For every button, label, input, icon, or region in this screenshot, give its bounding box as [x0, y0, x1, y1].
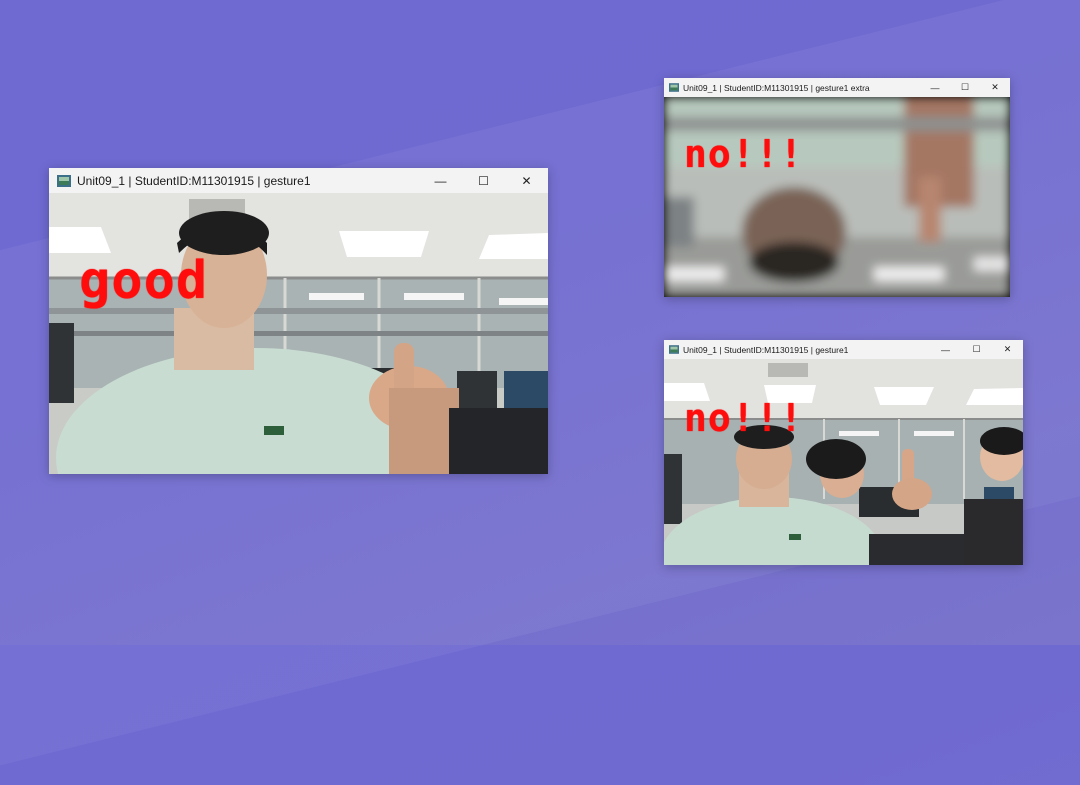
app-icon — [669, 345, 679, 354]
camera-feed: no!!! — [664, 359, 1023, 565]
camera-window-gesture1-secondary[interactable]: Unit09_1 | StudentID:M11301915 | gesture… — [664, 340, 1023, 565]
window-title: Unit09_1 | StudentID:M11301915 | gesture… — [683, 344, 849, 355]
close-button[interactable]: ✕ — [505, 168, 548, 193]
close-button[interactable]: ✕ — [980, 78, 1010, 97]
minimize-button[interactable]: — — [930, 340, 961, 359]
maximize-button[interactable]: ☐ — [462, 168, 505, 193]
minimize-button[interactable]: — — [920, 78, 950, 97]
gesture-label-overlay: no!!! — [684, 132, 804, 176]
window-titlebar[interactable]: Unit09_1 | StudentID:M11301915 | gesture… — [664, 78, 1010, 97]
camera-frame-image — [49, 193, 548, 474]
close-button[interactable]: ✕ — [992, 340, 1023, 359]
app-icon — [669, 83, 679, 92]
camera-feed-blurred-flipped: no!!! — [664, 97, 1010, 297]
app-icon — [57, 174, 71, 187]
camera-feed: good — [49, 193, 548, 474]
camera-window-gesture1-extra[interactable]: Unit09_1 | StudentID:M11301915 | gesture… — [664, 78, 1010, 297]
maximize-button[interactable]: ☐ — [961, 340, 992, 359]
camera-window-gesture1[interactable]: Unit09_1 | StudentID:M11301915 | gesture… — [49, 168, 548, 474]
camera-frame-image — [664, 97, 1010, 297]
window-titlebar[interactable]: Unit09_1 | StudentID:M11301915 | gesture… — [49, 168, 548, 193]
maximize-button[interactable]: ☐ — [950, 78, 980, 97]
minimize-button[interactable]: — — [419, 168, 462, 193]
window-title: Unit09_1 | StudentID:M11301915 | gesture… — [77, 173, 311, 188]
camera-frame-image — [664, 359, 1023, 565]
gesture-label-overlay: good — [79, 251, 209, 311]
gesture-label-overlay: no!!! — [684, 396, 804, 440]
window-titlebar[interactable]: Unit09_1 | StudentID:M11301915 | gesture… — [664, 340, 1023, 359]
window-title: Unit09_1 | StudentID:M11301915 | gesture… — [683, 82, 870, 93]
